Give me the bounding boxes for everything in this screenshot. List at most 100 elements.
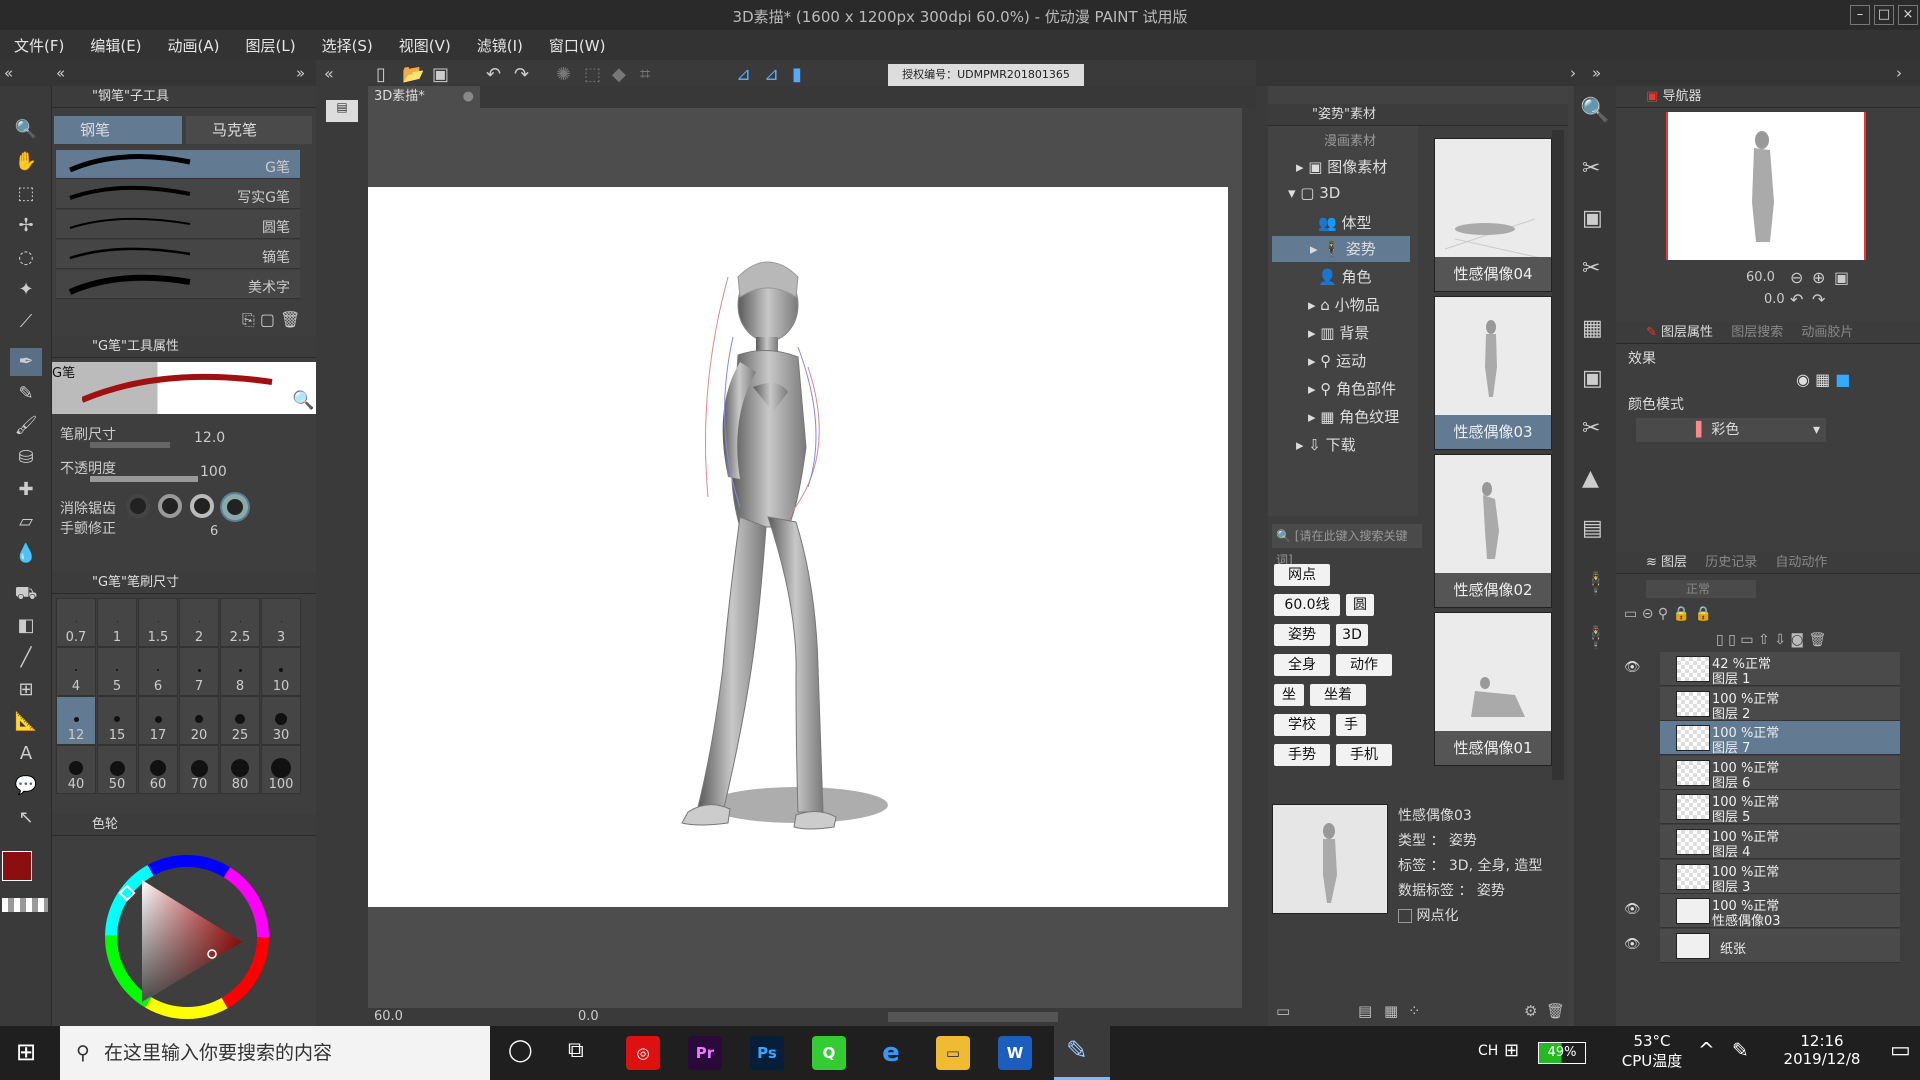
menu-animation[interactable]: 动画(A) bbox=[168, 35, 220, 56]
tree-item-texture[interactable]: ▸ ▦ 角色纹理 bbox=[1308, 406, 1399, 427]
tag-halftone[interactable]: 网点 bbox=[1274, 564, 1330, 586]
tree-item-sport[interactable]: ▸ ⚲ 运动 bbox=[1308, 350, 1366, 371]
layer-row[interactable]: 100 %正常 图层 5 bbox=[1660, 790, 1900, 825]
brush-size-cell[interactable]: 4 bbox=[56, 647, 96, 696]
tag-circle[interactable]: 圆 bbox=[1346, 594, 1374, 616]
close-tab-icon[interactable]: ● bbox=[463, 86, 474, 108]
paint-app-taskbar[interactable]: ✎ bbox=[1054, 1026, 1110, 1080]
pose-icon[interactable]: 🕴 bbox=[1582, 572, 1609, 597]
visibility-eye-icon[interactable]: 👁 bbox=[1624, 660, 1641, 675]
material-thumb-02[interactable]: 性感偶像02 bbox=[1434, 454, 1552, 608]
image-icon[interactable]: ▲ bbox=[1582, 466, 1599, 491]
tree-item-pose[interactable]: ▸ 🕴 姿势 bbox=[1272, 236, 1410, 262]
move-down-icon[interactable]: ⇩ bbox=[1774, 632, 1786, 648]
color-wheel-tab[interactable]: 色轮 bbox=[92, 817, 118, 832]
thumb-scrollbar[interactable] bbox=[1552, 130, 1564, 780]
menu-filter[interactable]: 滤镜(I) bbox=[477, 35, 523, 56]
detail-view-icon[interactable]: ▤ bbox=[1358, 1002, 1372, 1020]
balloon-tool-icon[interactable]: 💬 bbox=[10, 772, 42, 800]
fill-icon[interactable]: ◆ bbox=[612, 64, 626, 85]
tag-sit[interactable]: 坐 bbox=[1274, 684, 1304, 706]
panel-icon[interactable]: ▤ bbox=[326, 100, 358, 122]
blend-tool-icon[interactable]: 💧 bbox=[10, 540, 42, 568]
blend-mode-select[interactable]: 正常 bbox=[1646, 580, 1756, 598]
nav-zoom-value[interactable]: 60.0 bbox=[1746, 270, 1775, 285]
decoration-icon[interactable]: ✚ bbox=[10, 476, 42, 504]
brush-size-cell[interactable]: 6 bbox=[138, 647, 178, 696]
magic-wand-icon[interactable]: ✦ bbox=[10, 276, 42, 304]
airbrush-icon[interactable]: ⛁ bbox=[10, 444, 42, 472]
menu-file[interactable]: 文件(F) bbox=[14, 35, 64, 56]
new-vector-icon[interactable]: ▯ bbox=[1728, 632, 1736, 648]
menu-window[interactable]: 窗口(W) bbox=[549, 35, 606, 56]
delete-layer-icon[interactable]: 🗑 bbox=[1808, 632, 1826, 648]
brush-size-cell[interactable]: 7 bbox=[179, 647, 219, 696]
mask-icon[interactable]: ◙ bbox=[1790, 632, 1804, 648]
color-wheel[interactable] bbox=[92, 842, 282, 1032]
history-tab[interactable]: 历史记录 bbox=[1705, 555, 1757, 570]
transparent-swatch[interactable] bbox=[2, 898, 48, 912]
tag-action[interactable]: 动作 bbox=[1336, 654, 1392, 676]
small-grid-icon[interactable]: ⁘ bbox=[1408, 1002, 1421, 1020]
fill-tool-icon[interactable]: ⛟ bbox=[10, 580, 42, 608]
taskbar-search-input[interactable]: ⚲ 在这里输入你要搜索的内容 bbox=[60, 1026, 490, 1080]
ruler-tool-icon[interactable]: 📐 bbox=[10, 708, 42, 736]
word-icon[interactable]: W bbox=[998, 1036, 1032, 1070]
brush-size-cell[interactable]: 80 bbox=[220, 745, 260, 794]
transform-icon[interactable]: ⬚ bbox=[584, 64, 601, 85]
tree-item-download[interactable]: ▸ ⇩ 下载 bbox=[1296, 434, 1356, 455]
notification-icon[interactable]: ▭ bbox=[1890, 1038, 1911, 1063]
brush-size-cell[interactable]: 12 bbox=[56, 696, 96, 745]
task-view-icon[interactable]: ⧉ bbox=[568, 1038, 584, 1063]
save-icon[interactable]: ▣ bbox=[432, 64, 449, 85]
move-up-icon[interactable]: ⇧ bbox=[1758, 632, 1770, 648]
zoom-tool-icon[interactable]: 🔍 bbox=[10, 116, 42, 144]
brush-size-cell[interactable]: 1.5 bbox=[138, 598, 178, 647]
brush-size-cell[interactable]: 30 bbox=[261, 696, 301, 745]
tree-item-background[interactable]: ▸ ▥ 背景 bbox=[1308, 322, 1369, 343]
line-tool-icon[interactable]: ╱ bbox=[10, 644, 42, 672]
aa-medium-icon[interactable] bbox=[190, 494, 214, 518]
clear-icon[interactable]: ✺ bbox=[556, 64, 571, 85]
stabilization-value[interactable]: 6 bbox=[210, 524, 218, 539]
tag-school[interactable]: 学校 bbox=[1274, 714, 1330, 736]
layer-color-icon[interactable]: ■ bbox=[1835, 370, 1850, 389]
layer-row[interactable]: 100 %正常 图层 2 bbox=[1660, 686, 1900, 722]
cortana-icon[interactable]: ◯ bbox=[508, 1038, 533, 1063]
effect-icon[interactable]: ✂ bbox=[1582, 416, 1600, 441]
canvas-paper[interactable] bbox=[368, 187, 1228, 907]
brush-size-cell[interactable]: 2 bbox=[179, 598, 219, 647]
collapse-left-icon[interactable]: « bbox=[4, 64, 13, 82]
pencil-tool-icon[interactable]: ✎ bbox=[10, 380, 42, 408]
character-icon[interactable]: 🕴 bbox=[1582, 626, 1609, 651]
lock-icon[interactable]: 🔒 bbox=[1673, 606, 1690, 622]
hand-tool-icon[interactable]: ✋ bbox=[10, 148, 42, 176]
brush-size-cell[interactable]: 3 bbox=[261, 598, 301, 647]
operation-tool-icon[interactable]: ⬚ bbox=[10, 180, 42, 208]
tag-hand[interactable]: 手 bbox=[1336, 714, 1366, 736]
chevron-up-icon[interactable]: ^ bbox=[1698, 1038, 1715, 1062]
auto-action-tab[interactable]: 自动动作 bbox=[1775, 555, 1827, 570]
snap-grid-icon[interactable]: ▮ bbox=[792, 64, 802, 85]
visibility-eye-icon[interactable]: 👁 bbox=[1624, 937, 1641, 952]
brush-size-cell[interactable]: 60 bbox=[138, 745, 178, 794]
ref-layer-icon[interactable]: ⚲ bbox=[1658, 606, 1668, 622]
3d-figure-model[interactable] bbox=[368, 187, 1228, 907]
tree-item-character[interactable]: 👤 角色 bbox=[1318, 266, 1371, 287]
layer-row[interactable]: 100 %正常 图层 3 bbox=[1660, 859, 1900, 895]
text-tool-icon[interactable]: A bbox=[10, 740, 42, 768]
tab-marker[interactable]: 马克笔 bbox=[186, 116, 312, 144]
horizontal-scrollbar[interactable] bbox=[888, 1012, 1058, 1022]
document-tab[interactable]: 3D素描* ● bbox=[368, 86, 480, 108]
delete-subtool-icon[interactable]: 🗑 bbox=[280, 310, 300, 329]
edge-icon[interactable]: e bbox=[874, 1036, 908, 1070]
brush-calligraphy[interactable]: 美术字 bbox=[56, 270, 300, 299]
menu-edit[interactable]: 编辑(E) bbox=[90, 35, 141, 56]
settings-gear-icon[interactable]: ⚙ bbox=[1524, 1002, 1537, 1020]
layer-property-tab[interactable]: 图层属性 bbox=[1661, 325, 1713, 340]
color-mode-select[interactable]: ▌ 彩色 ▾ bbox=[1636, 418, 1826, 442]
gradient-icon[interactable]: ◧ bbox=[10, 612, 42, 640]
animation-cel-tab[interactable]: 动画胶片 bbox=[1801, 325, 1853, 340]
lock-alpha-icon[interactable]: 🔒 bbox=[1694, 606, 1711, 622]
rotate-left-icon[interactable]: ↶ bbox=[1790, 290, 1803, 309]
